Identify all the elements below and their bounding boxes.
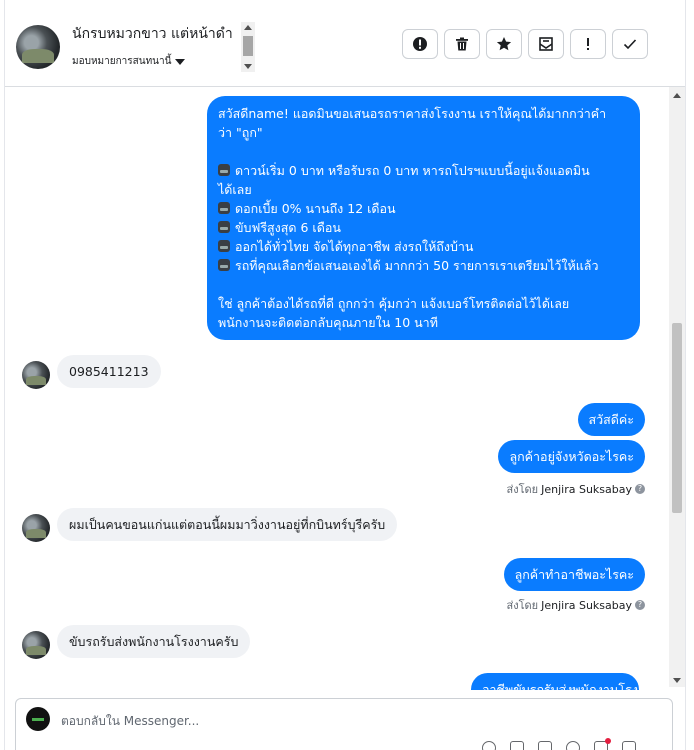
promo-line: ใช่ ลูกค้าต้องได้รถที่ดี ถูกกว่า คุ้มกว่… (218, 296, 570, 311)
incoming-message-phone: 0985411213 (57, 355, 161, 388)
attach-icon[interactable] (510, 741, 524, 750)
promo-line-item: ดอกเบี้ย 0% นานถึง 12 เดือน (218, 199, 629, 218)
promo-line: รถที่คุณเลือกข้อเสนอเองได้ มากกว่า 50 รา… (235, 258, 599, 273)
incoming-message-job: ขับรถรับส่งพนักงานโรงงานครับ (57, 625, 251, 658)
incoming-message-province: ผมเป็นคนขอนแก่นแต่ตอนนี้ผมมาวิ่งงานอยู่ท… (57, 508, 398, 541)
scroll-down-arrow-icon[interactable] (244, 64, 252, 69)
composer-toolbar (482, 738, 636, 750)
reply-input[interactable]: ตอบกลับใน Messenger... (61, 712, 199, 731)
outgoing-message-partial: อาชีพขับรถรับส่งพนักงานโรง (471, 673, 639, 690)
contact-avatar[interactable] (16, 25, 60, 69)
scrollbar-thumb[interactable] (672, 323, 682, 513)
assign-conversation-dropdown[interactable]: มอบหมายการสนทนานี้ (72, 54, 186, 69)
outgoing-message-ask-province: ลูกค้าอยู่จังหวัดอะไรคะ (498, 440, 645, 473)
add-person-icon[interactable] (482, 741, 496, 750)
promo-line: ได้เลย (218, 182, 252, 197)
star-button[interactable] (486, 29, 522, 59)
promo-line (218, 275, 629, 294)
outgoing-message-greet: สวัสดีค่ะ (577, 403, 645, 436)
chevron-down-icon (175, 58, 186, 65)
sent-by-prefix: ส่งโดย (506, 599, 539, 612)
message-thread: สวัสดีname! แอดมินขอเสนอรถราคาส่งโรงงาน … (5, 87, 685, 690)
outgoing-message-ask-job: ลูกค้าทำอาชีพอะไรคะ (503, 558, 645, 591)
info-icon[interactable]: ? (635, 600, 645, 610)
promo-line: พนักงานจะติดต่อกลับคุณภายใน 10 นาที (218, 315, 438, 330)
mark-unread-icon (539, 37, 553, 51)
more-icon[interactable] (622, 741, 636, 750)
car-emoji-icon (218, 202, 230, 214)
scroll-down-arrow-icon[interactable] (673, 678, 681, 683)
name-scrollbar[interactable] (241, 22, 255, 72)
thread-scrollbar[interactable] (669, 87, 685, 687)
promo-line-item: รถที่คุณเลือกข้อเสนอเองได้ มากกว่า 50 รา… (218, 256, 629, 275)
conversation-header: นักรบหมวกขาว แต่หน้าดำ มอบหมายการสนทนานี… (5, 0, 685, 87)
agent-name[interactable]: Jenjira Suksabay (541, 599, 632, 612)
mark-unread-button[interactable] (528, 29, 564, 59)
sent-by-label: ส่งโดย Jenjira Suksabay ? (507, 480, 645, 498)
page-avatar (26, 707, 50, 731)
contact-name[interactable]: นักรบหมวกขาว แต่หน้าดำ (72, 23, 240, 45)
notification-dot (605, 738, 611, 744)
alert-circle-icon (413, 37, 427, 51)
reply-composer[interactable]: ตอบกลับใน Messenger... (15, 698, 673, 750)
car-emoji-icon (218, 221, 230, 233)
mark-done-button[interactable] (612, 29, 648, 59)
promo-line-item: ขับฟรีสูงสุด 6 เดือน (218, 218, 629, 237)
promo-line (218, 142, 629, 161)
promo-line: ดอกเบี้ย 0% นานถึง 12 เดือน (235, 201, 396, 216)
assign-label: มอบหมายการสนทนานี้ (72, 56, 172, 67)
promo-message-bubble: สวัสดีname! แอดมินขอเสนอรถราคาส่งโรงงาน … (207, 96, 640, 340)
scroll-up-arrow-icon[interactable] (244, 25, 252, 30)
car-emoji-icon (218, 240, 230, 252)
promo-line: ดาวน์เริ่ม 0 บาท หรือรับรถ 0 บาท หารถโปร… (235, 163, 590, 178)
mark-spam-button[interactable] (402, 29, 438, 59)
follow-up-button[interactable] (570, 29, 606, 59)
emoji-icon[interactable] (566, 741, 580, 750)
contact-avatar-small[interactable] (22, 631, 50, 659)
sent-by-prefix: ส่งโดย (506, 483, 539, 496)
car-emoji-icon (218, 259, 230, 271)
sent-by-label: ส่งโดย Jenjira Suksabay ? (507, 596, 645, 614)
exclamation-icon (587, 38, 589, 50)
promo-line: ออกได้ทั่วไทย จัดได้ทุกอาชีพ ส่งรถให้ถึง… (235, 239, 474, 254)
scroll-up-arrow-icon[interactable] (673, 93, 681, 98)
contact-avatar-small[interactable] (22, 361, 50, 389)
delete-button[interactable] (444, 29, 480, 59)
star-icon (496, 37, 512, 51)
agent-name[interactable]: Jenjira Suksabay (541, 483, 632, 496)
promo-line-item: ออกได้ทั่วไทย จัดได้ทุกอาชีพ ส่งรถให้ถึง… (218, 237, 629, 256)
info-icon[interactable]: ? (635, 484, 645, 494)
like-icon[interactable] (594, 738, 611, 750)
promo-line: ขับฟรีสูงสุด 6 เดือน (235, 220, 341, 235)
conversation-panel: นักรบหมวกขาว แต่หน้าดำ มอบหมายการสนทนานี… (4, 0, 686, 750)
saved-reply-icon[interactable] (538, 741, 552, 750)
promo-line: สวัสดีname! แอดมินขอเสนอรถราคาส่งโรงงาน … (218, 106, 607, 121)
promo-line: ว่า "ถูก" (218, 125, 263, 140)
trash-icon (456, 37, 468, 51)
check-icon (623, 39, 637, 50)
car-emoji-icon (218, 164, 230, 176)
conversation-actions (402, 29, 648, 59)
contact-avatar-small[interactable] (22, 514, 50, 542)
promo-line-item: ดาวน์เริ่ม 0 บาท หรือรับรถ 0 บาท หารถโปร… (218, 161, 629, 180)
scrollbar-thumb[interactable] (243, 36, 253, 56)
